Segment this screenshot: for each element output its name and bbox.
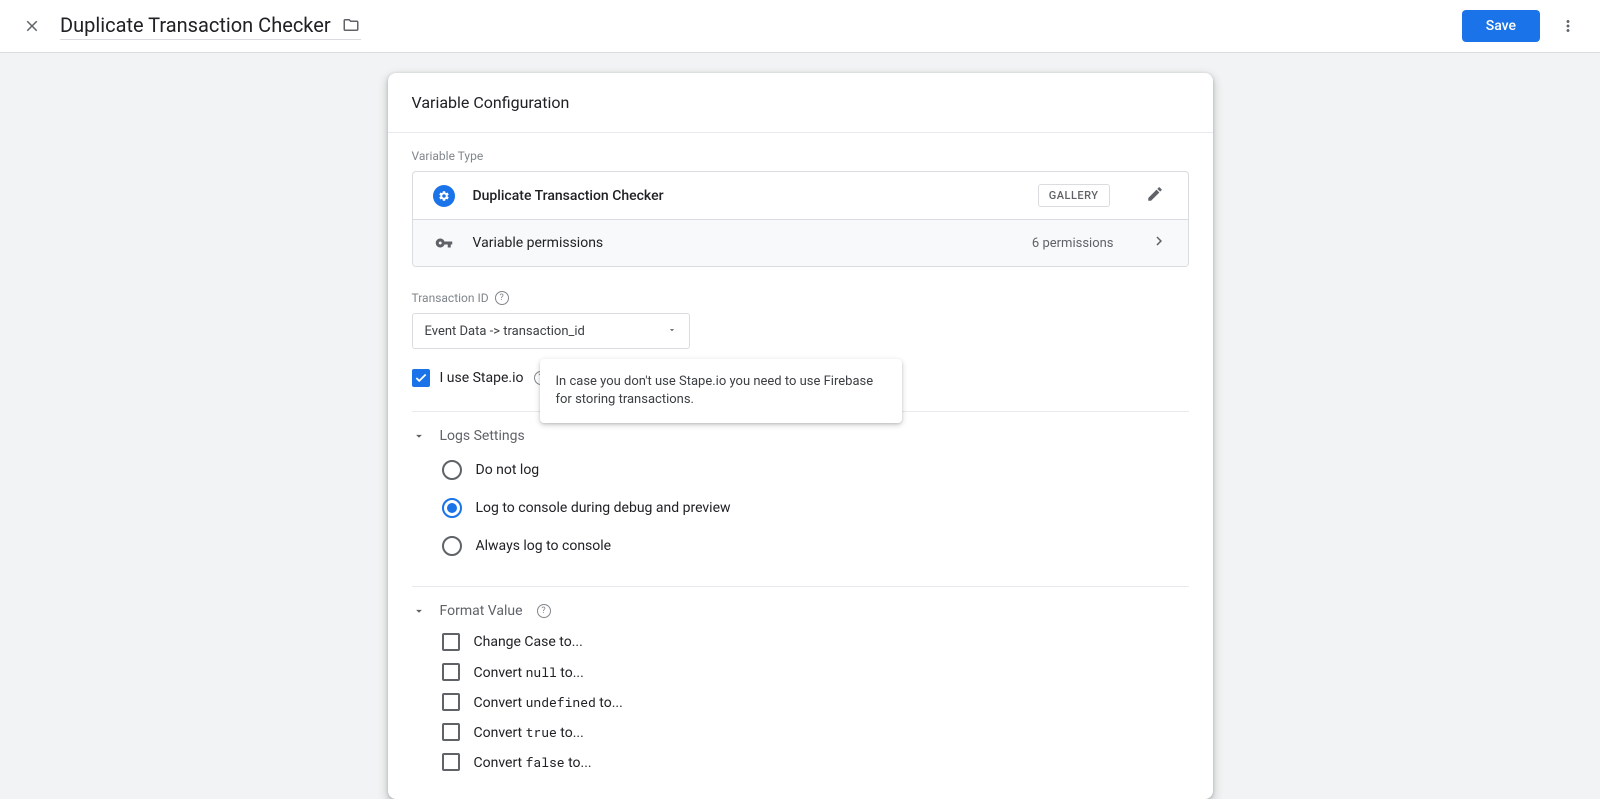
logs-section-label: Logs Settings	[440, 428, 525, 444]
format-checkbox[interactable]	[442, 693, 460, 711]
format-checkbox-group: Change Case to... Convert null to... Conve…	[412, 629, 1189, 771]
format-option-row[interactable]: Convert false to...	[442, 753, 1189, 771]
permissions-label: Variable permissions	[473, 235, 1014, 251]
more-menu-button[interactable]	[1548, 6, 1588, 46]
save-button[interactable]: Save	[1462, 10, 1540, 42]
transaction-id-label: Transaction ID ?	[412, 291, 1189, 305]
format-option-row[interactable]: Convert undefined to...	[442, 693, 1189, 711]
page-title: Duplicate Transaction Checker	[60, 13, 331, 37]
format-section-label: Format Value	[440, 603, 523, 619]
chevron-right-icon	[1150, 232, 1168, 254]
format-option-row[interactable]: Convert null to...	[442, 663, 1189, 681]
help-icon[interactable]: ?	[537, 604, 551, 618]
radio-button[interactable]	[442, 498, 462, 518]
radio-label: Log to console during debug and preview	[476, 500, 731, 516]
permissions-count: 6 permissions	[1032, 236, 1114, 251]
format-checkbox[interactable]	[442, 753, 460, 771]
log-radio-option[interactable]: Always log to console	[442, 536, 1189, 556]
radio-label: Always log to console	[476, 538, 612, 554]
variable-type-icon	[433, 185, 455, 207]
card-title: Variable Configuration	[388, 73, 1213, 133]
transaction-id-select[interactable]: Event Data -> transaction_id	[412, 313, 690, 349]
format-option-label: Change Case to...	[474, 634, 583, 650]
check-icon	[414, 371, 428, 385]
key-icon	[433, 234, 455, 252]
chevron-down-icon	[412, 429, 426, 443]
format-checkbox[interactable]	[442, 663, 460, 681]
variable-type-name: Duplicate Transaction Checker	[473, 188, 1020, 204]
title-input-wrap[interactable]: Duplicate Transaction Checker	[60, 13, 361, 40]
format-section-toggle[interactable]: Format Value ?	[412, 587, 1189, 629]
close-button[interactable]	[12, 6, 52, 46]
stape-checkbox-row[interactable]: I use Stape.io ? In case you don't use S…	[412, 369, 1189, 387]
logs-radio-group: Do not log Log to console during debug an…	[412, 454, 1189, 562]
edit-type-button[interactable]	[1146, 185, 1168, 207]
format-option-row[interactable]: Change Case to...	[442, 633, 1189, 651]
pencil-icon	[1146, 185, 1164, 203]
top-bar: Duplicate Transaction Checker Save	[0, 0, 1600, 53]
close-icon	[23, 17, 41, 35]
format-checkbox[interactable]	[442, 723, 460, 741]
radio-button[interactable]	[442, 536, 462, 556]
format-option-row[interactable]: Convert true to...	[442, 723, 1189, 741]
format-checkbox[interactable]	[442, 633, 460, 651]
format-option-label: Convert undefined to...	[474, 693, 623, 711]
log-radio-option[interactable]: Log to console during debug and preview	[442, 498, 1189, 518]
help-icon[interactable]: ?	[495, 291, 509, 305]
radio-label: Do not log	[476, 462, 540, 478]
format-option-label: Convert false to...	[474, 753, 592, 771]
gallery-badge[interactable]: GALLERY	[1038, 184, 1110, 207]
chevron-down-icon	[412, 604, 426, 618]
stape-checkbox[interactable]	[412, 369, 430, 387]
variable-type-label: Variable Type	[412, 149, 1189, 163]
format-option-label: Convert null to...	[474, 663, 584, 681]
dropdown-icon	[667, 324, 677, 339]
transaction-id-value: Event Data -> transaction_id	[425, 324, 585, 339]
stape-checkbox-label: I use Stape.io	[440, 370, 524, 386]
more-vert-icon	[1559, 17, 1577, 35]
variable-type-row: Duplicate Transaction Checker GALLERY	[413, 172, 1188, 220]
folder-icon	[341, 15, 361, 35]
config-card: Variable Configuration Variable Type Dup…	[388, 73, 1213, 799]
radio-button[interactable]	[442, 460, 462, 480]
log-radio-option[interactable]: Do not log	[442, 460, 1189, 480]
format-option-label: Convert true to...	[474, 723, 584, 741]
permissions-row[interactable]: Variable permissions 6 permissions	[413, 220, 1188, 266]
stape-tooltip: In case you don't use Stape.io you need …	[540, 359, 902, 423]
